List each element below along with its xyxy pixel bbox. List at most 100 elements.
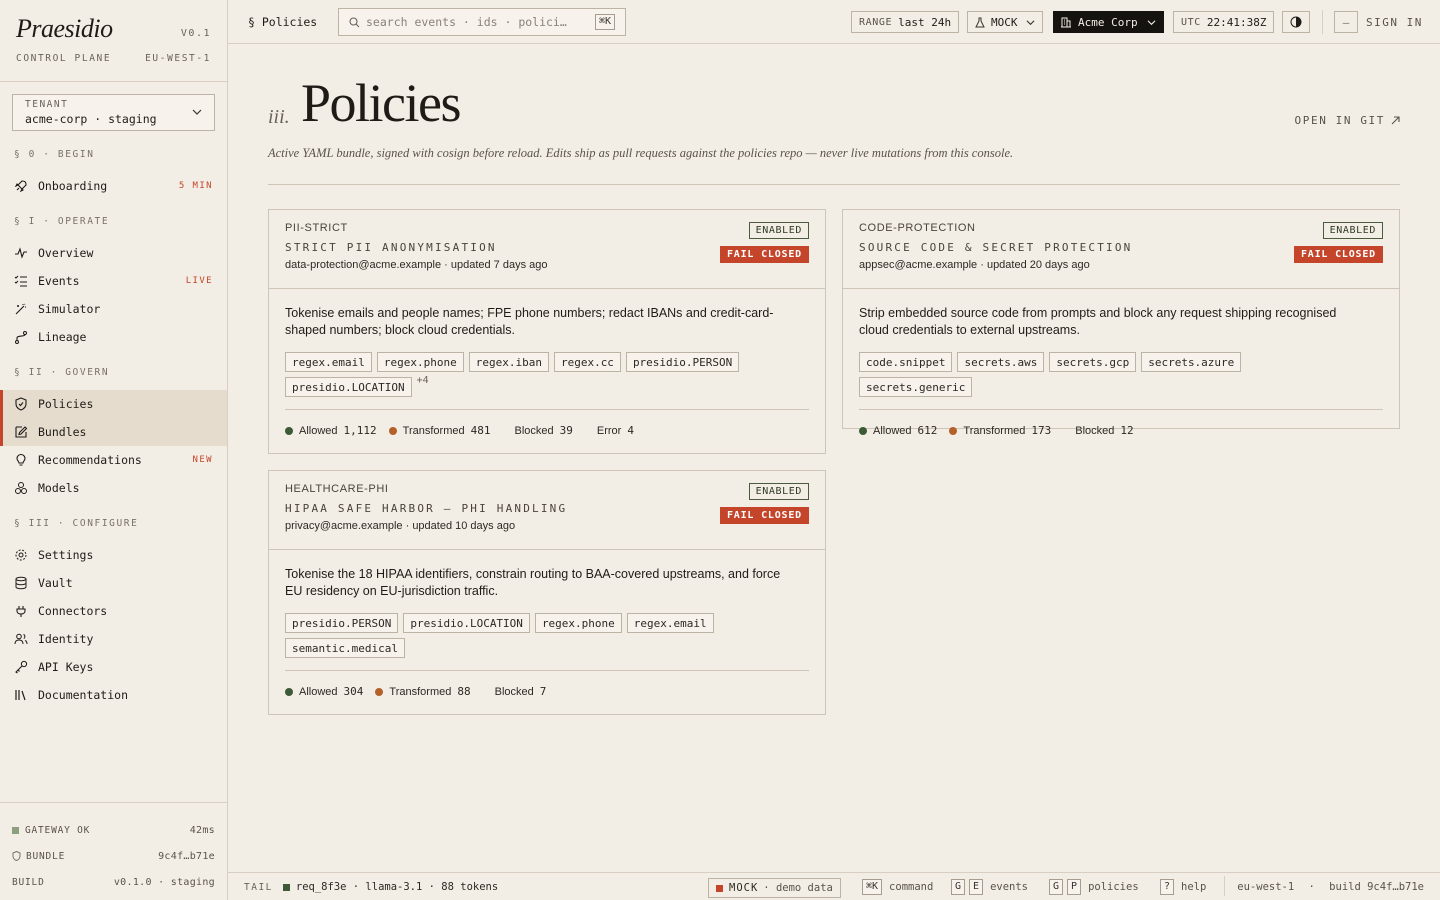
tail-status-icon	[282, 883, 290, 891]
status-badge: ENABLED	[748, 222, 809, 239]
build-label: BUILD	[12, 876, 45, 888]
bundle-hash: 9c4f…b71e	[158, 850, 215, 862]
sidebar-item-label: Simulator	[38, 302, 101, 316]
detector-tags: code.snippet secrets.aws secrets.gcp sec…	[859, 352, 1359, 397]
sign-in-button[interactable]: SIGN IN	[1366, 16, 1423, 29]
sidebar-item-events[interactable]: Events LIVE	[0, 267, 227, 295]
sidebar-item-vault[interactable]: Vault	[0, 569, 227, 597]
theme-toggle-button[interactable]	[1282, 11, 1310, 33]
sidebar-item-policies[interactable]: Policies	[0, 390, 227, 418]
org-selector[interactable]: Acme Corp	[1053, 11, 1164, 33]
search-input[interactable]	[366, 15, 586, 29]
hint-help[interactable]: ? help	[1160, 879, 1206, 895]
sidebar-item-api-keys[interactable]: API Keys	[0, 653, 227, 681]
sidebar-item-bundles[interactable]: Bundles	[0, 418, 227, 446]
sidebar-item-overview[interactable]: Overview	[0, 239, 227, 267]
open-in-git-link[interactable]: OPEN IN GIT	[1295, 114, 1400, 127]
status-bar: TAIL req_8f3e · llama-3.1 · 88 tokens MO…	[228, 872, 1440, 900]
mock-value: · demo data	[763, 882, 833, 894]
hint-label: help	[1181, 881, 1207, 893]
branch-icon	[14, 330, 28, 344]
policy-card-code-protection[interactable]: CODE-PROTECTION SOURCE CODE & SECRET PRO…	[842, 209, 1400, 437]
sidebar-item-settings[interactable]: Settings	[0, 541, 227, 569]
chevron-down-icon	[192, 109, 202, 115]
sidebar-item-identity[interactable]: Identity	[0, 625, 227, 653]
sidebar-item-onboarding[interactable]: Onboarding 5 MIN	[0, 172, 227, 200]
tail-label: TAIL	[244, 881, 273, 893]
tail-indicator[interactable]: TAIL req_8f3e · llama-3.1 · 88 tokens	[244, 881, 498, 893]
transformed-dot-icon	[388, 426, 397, 435]
detector-tag: regex.phone	[534, 613, 622, 633]
policy-stats: Allowed 612 Transformed 173 Blocked 12	[859, 409, 1383, 437]
stat-transformed: Transformed 481	[388, 424, 491, 437]
clock-value: 22:41:38Z	[1206, 15, 1267, 29]
more-tags-count[interactable]: +4	[417, 375, 429, 386]
tenant-selector[interactable]: TENANT acme-corp · staging	[12, 94, 215, 131]
recommendations-new-badge: NEW	[192, 455, 213, 465]
detector-tag: presidio.LOCATION	[403, 613, 530, 633]
brand-subtitle: CONTROL PLANE	[16, 53, 112, 64]
gear-icon	[14, 548, 28, 562]
gateway-status: GATEWAY OK 42ms	[0, 817, 228, 843]
pulse-icon	[14, 246, 28, 260]
hint-events[interactable]: G E events	[951, 879, 1028, 895]
fail-closed-badge: FAIL CLOSED	[719, 507, 809, 524]
hint-policies[interactable]: G P policies	[1049, 879, 1139, 895]
nav-section-begin: § 0 · BEGIN	[14, 149, 95, 160]
top-bar: § Policies ⌘K RANGE last 24h MOCK Acme C…	[228, 0, 1440, 44]
chevron-down-icon	[1147, 19, 1156, 25]
sidebar-item-simulator[interactable]: Simulator	[0, 295, 227, 323]
sidebar-item-label: Models	[38, 481, 80, 495]
sidebar-item-label: Lineage	[38, 330, 87, 344]
building-icon	[1061, 17, 1071, 27]
onboarding-badge: 5 MIN	[178, 181, 213, 191]
policy-card-pii-strict[interactable]: PII-STRICT STRICT PII ANONYMISATION data…	[268, 209, 826, 454]
search-box[interactable]: ⌘K	[338, 8, 626, 36]
mock-data-badge: MOCK · demo data	[708, 878, 841, 898]
page-divider	[268, 184, 1400, 185]
hint-label: policies	[1088, 881, 1139, 893]
stat-value: 1,112	[343, 424, 377, 437]
page-number: iii.	[268, 106, 290, 128]
stat-blocked: Blocked 7	[495, 685, 547, 698]
allowed-dot-icon	[285, 426, 293, 435]
hint-command[interactable]: ⌘K command	[862, 879, 933, 895]
sidebar-item-label: API Keys	[38, 660, 94, 674]
sidebar-item-lineage[interactable]: Lineage	[0, 323, 227, 351]
range-selector[interactable]: RANGE last 24h	[851, 11, 960, 33]
region-value: eu-west-1	[1237, 881, 1295, 893]
sidebar-item-label: Bundles	[38, 425, 87, 439]
build-version: v0.1.0 · staging	[113, 876, 215, 888]
policy-card-body: Tokenise the 18 HIPAA identifiers, const…	[269, 550, 825, 698]
mode-selector[interactable]: MOCK	[967, 11, 1043, 33]
stat-value: 481	[470, 424, 491, 437]
hint-key: P	[1067, 879, 1082, 895]
sidebar-item-connectors[interactable]: Connectors	[0, 597, 227, 625]
transformed-dot-icon	[949, 426, 958, 435]
fail-closed-badge: FAIL CLOSED	[719, 246, 809, 263]
sidebar-item-models[interactable]: Models	[0, 474, 227, 502]
policy-card-healthcare-phi[interactable]: HEALTHCARE-PHI HIPAA SAFE HARBOR — PHI H…	[268, 470, 826, 715]
policy-card-body: Strip embedded source code from prompts …	[843, 289, 1399, 437]
policy-stats: Allowed 304 Transformed 88 Blocked 7	[285, 670, 809, 698]
sidebar-item-label: Connectors	[38, 604, 108, 618]
events-live-badge: LIVE	[185, 276, 213, 286]
collapse-button[interactable]: –	[1334, 11, 1358, 33]
sidebar-item-recommendations[interactable]: Recommendations NEW	[0, 446, 227, 474]
breadcrumb[interactable]: § Policies	[248, 15, 317, 29]
stat-value: 173	[1031, 424, 1052, 437]
fail-closed-badge: FAIL CLOSED	[1293, 246, 1383, 263]
policy-card-header: CODE-PROTECTION SOURCE CODE & SECRET PRO…	[843, 210, 1399, 289]
stat-allowed: Allowed 304	[285, 685, 363, 698]
policy-description: Strip embedded source code from prompts …	[859, 306, 1337, 337]
sidebar-item-documentation[interactable]: Documentation	[0, 681, 227, 709]
contrast-icon	[1290, 16, 1302, 28]
chevron-down-icon	[1026, 19, 1034, 25]
policy-id: CODE-PROTECTION	[859, 222, 976, 234]
collapse-label: –	[1342, 15, 1350, 29]
stat-transformed: Transformed 88	[375, 685, 471, 698]
edit-icon	[14, 425, 28, 439]
brand-header: Praesidio V0.1 CONTROL PLANE EU-WEST-1	[0, 0, 227, 82]
gateway-ok-icon	[12, 826, 19, 834]
allowed-dot-icon	[285, 687, 293, 696]
